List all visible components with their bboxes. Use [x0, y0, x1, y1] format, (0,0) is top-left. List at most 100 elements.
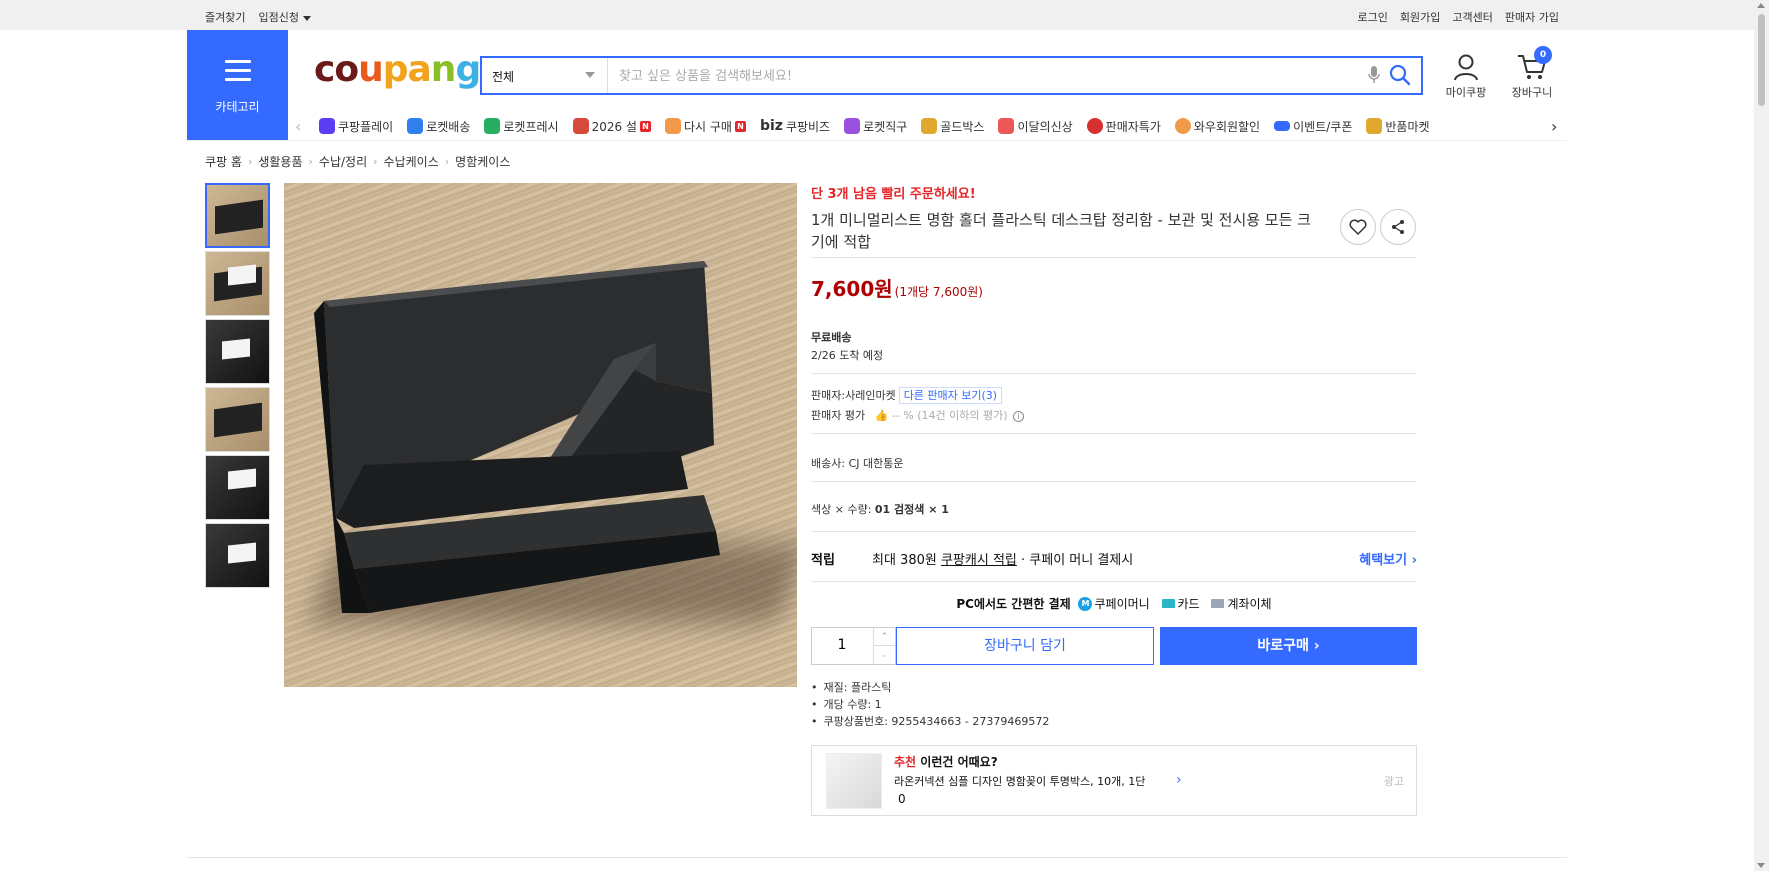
seller-name[interactable]: 사레인마켓 — [845, 389, 896, 402]
nav-item-goldbox[interactable]: 골드박스 — [921, 118, 984, 135]
thumbnail-2[interactable] — [205, 251, 270, 316]
login-link[interactable]: 로그인 — [1358, 9, 1388, 25]
category-nav: ‹ 쿠팡플레이 로켓배송 로켓프레시 2026 설N 다시 구매 N biz 쿠팡비… — [295, 113, 1565, 139]
spec-item: 쿠팡상품번호: 9255434663 - 27379469572 — [811, 713, 1050, 730]
rocket-global-icon — [844, 118, 861, 134]
nav-item-events-coupons[interactable]: 이벤트/쿠폰 — [1274, 118, 1352, 135]
share-button[interactable] — [1380, 209, 1416, 245]
rocket-icon — [407, 118, 424, 134]
chevron-right-icon[interactable]: › — [1551, 117, 1565, 136]
cart-button[interactable]: 장바구니 0 — [1502, 46, 1562, 100]
thumbnail-list — [205, 183, 270, 591]
share-icon — [1392, 220, 1404, 234]
info-icon[interactable]: i — [1013, 411, 1024, 422]
stock-urgency-text: 단 3개 남음 빨리 주문하세요! — [811, 187, 976, 202]
wishlist-button[interactable] — [1340, 209, 1376, 245]
price: 7,600원 (1개당 7,600원) — [811, 277, 983, 301]
wow-icon — [1174, 118, 1191, 134]
new-badge: N — [734, 120, 746, 132]
chevron-right-icon: › — [373, 155, 378, 168]
recommendation-card[interactable]: 추천 이런건 어때요? 라온커넥션 심플 디자인 명함꽂이 투명박스, 10개,… — [811, 745, 1417, 816]
quantity-increase-button[interactable]: ⌃ — [873, 628, 895, 646]
dropdown-arrow-icon — [585, 72, 595, 78]
search-category-select[interactable]: 전체 — [482, 58, 608, 93]
page-scrollbar[interactable] — [1754, 0, 1769, 871]
reward-text: 최대 380원 쿠팡캐시 적립 · 쿠페이 머니 결제시 — [872, 553, 1134, 568]
shipping-fee: 무료배송 — [811, 331, 852, 344]
seller-rating-value: -- % — [891, 409, 914, 422]
mypage-button[interactable]: 마이쿠팡 — [1436, 52, 1496, 100]
heart-icon — [1349, 219, 1367, 235]
cart-count-badge: 0 — [1534, 46, 1552, 64]
divider — [811, 257, 1417, 258]
divider — [811, 433, 1417, 434]
thumbnail-3[interactable] — [205, 319, 270, 384]
divider — [811, 373, 1417, 374]
search-category-value: 전체 — [492, 70, 515, 84]
divider — [811, 531, 1417, 532]
hamburger-icon — [225, 60, 251, 81]
search-input[interactable] — [619, 66, 1319, 86]
play-icon — [319, 118, 335, 134]
signup-link[interactable]: 회원가입 — [1400, 9, 1440, 25]
coupang-logo[interactable]: coupang — [314, 52, 481, 88]
recommendation-heading: 추천 이런건 어때요? — [894, 755, 998, 769]
basket-icon — [664, 118, 681, 134]
thumbnail-1[interactable] — [205, 183, 270, 248]
benefits-link[interactable]: 혜택보기 › — [1359, 549, 1417, 568]
quantity-input[interactable] — [822, 637, 862, 653]
buy-now-button[interactable]: 바로구매 › — [1160, 627, 1417, 665]
payment-methods: PC에서도 간편한 결제 M 쿠페이머니 카드 계좌이체 — [956, 596, 1272, 611]
scroll-up-arrow-icon[interactable] — [1757, 3, 1765, 8]
carrier-row: 배송사: CJ 대한통운 — [811, 457, 904, 470]
quantity-decrease-button[interactable]: ⌄ — [873, 646, 895, 664]
seller-apply-link[interactable]: 입점신청 — [258, 9, 311, 25]
divider — [811, 481, 1417, 482]
recommendation-image — [826, 753, 882, 809]
nav-item-seller-deals[interactable]: 판매자특가 — [1086, 118, 1161, 135]
chevron-right-icon: › — [444, 155, 450, 168]
category-menu-button[interactable]: 카테고리 — [187, 30, 288, 140]
reward-label: 적립 — [811, 553, 835, 568]
store-icon — [1366, 118, 1383, 134]
breadcrumb-item[interactable]: 수납/정리 — [319, 153, 367, 170]
nav-item-coupang-play[interactable]: 쿠팡플레이 — [319, 118, 393, 135]
cart-label: 장바구니 — [1511, 86, 1553, 99]
new-badge: N — [639, 120, 651, 132]
nav-item-rebuy[interactable]: 다시 구매 N — [664, 118, 746, 135]
breadcrumb-item[interactable]: 생활용품 — [258, 153, 302, 170]
product-main-image[interactable] — [284, 183, 797, 687]
other-sellers-button[interactable]: 다른 판매자 보기(3) — [898, 387, 1003, 404]
nav-item-rocket-global[interactable]: 로켓직구 — [844, 118, 907, 135]
nav-item-wow-discount[interactable]: 와우회원할인 — [1174, 118, 1260, 135]
chevron-left-icon[interactable]: ‹ — [295, 117, 309, 136]
scrollbar-thumb[interactable] — [1758, 14, 1765, 106]
breadcrumb-item[interactable]: 명함케이스 — [455, 153, 510, 170]
seller-signup-link[interactable]: 판매자 가입 — [1505, 9, 1559, 25]
nav-item-rocket-fresh[interactable]: 로켓프레시 — [484, 118, 559, 135]
nav-item-returns-market[interactable]: 반품마켓 — [1366, 118, 1430, 135]
goldbox-icon — [921, 118, 938, 134]
scroll-down-arrow-icon[interactable] — [1757, 863, 1765, 868]
chevron-right-icon: › — [1176, 772, 1182, 788]
search-icon[interactable] — [1389, 64, 1411, 89]
shopping-bag-icon — [998, 118, 1015, 134]
microphone-icon[interactable] — [1367, 65, 1381, 88]
seller-rating-note: (14건 이하의 평가) — [917, 409, 1008, 422]
coupang-cash-link[interactable]: 쿠팡캐시 적립 — [941, 553, 1017, 568]
user-icon — [1436, 52, 1496, 84]
arrival-date: 2/26 도착 예정 — [811, 349, 884, 362]
nav-item-lunar-new-year[interactable]: 2026 설N — [572, 118, 651, 135]
nav-item-rocket-delivery[interactable]: 로켓배송 — [407, 118, 470, 135]
coupay-money-icon: M — [1078, 596, 1093, 611]
bookmark-link[interactable]: 즐겨찾기 — [205, 9, 245, 25]
breadcrumb-home[interactable]: 쿠팡 홈 — [205, 153, 242, 170]
nav-item-new-arrivals[interactable]: 이달의신상 — [998, 118, 1073, 135]
add-to-cart-button[interactable]: 장바구니 담기 — [896, 627, 1154, 665]
thumbnail-4[interactable] — [205, 387, 270, 452]
thumbnail-5[interactable] — [205, 455, 270, 520]
nav-item-coupang-biz[interactable]: biz 쿠팡비즈 — [760, 118, 830, 135]
thumbnail-6[interactable] — [205, 523, 270, 588]
breadcrumb-item[interactable]: 수납케이스 — [384, 153, 439, 170]
customer-center-link[interactable]: 고객센터 — [1452, 9, 1492, 25]
